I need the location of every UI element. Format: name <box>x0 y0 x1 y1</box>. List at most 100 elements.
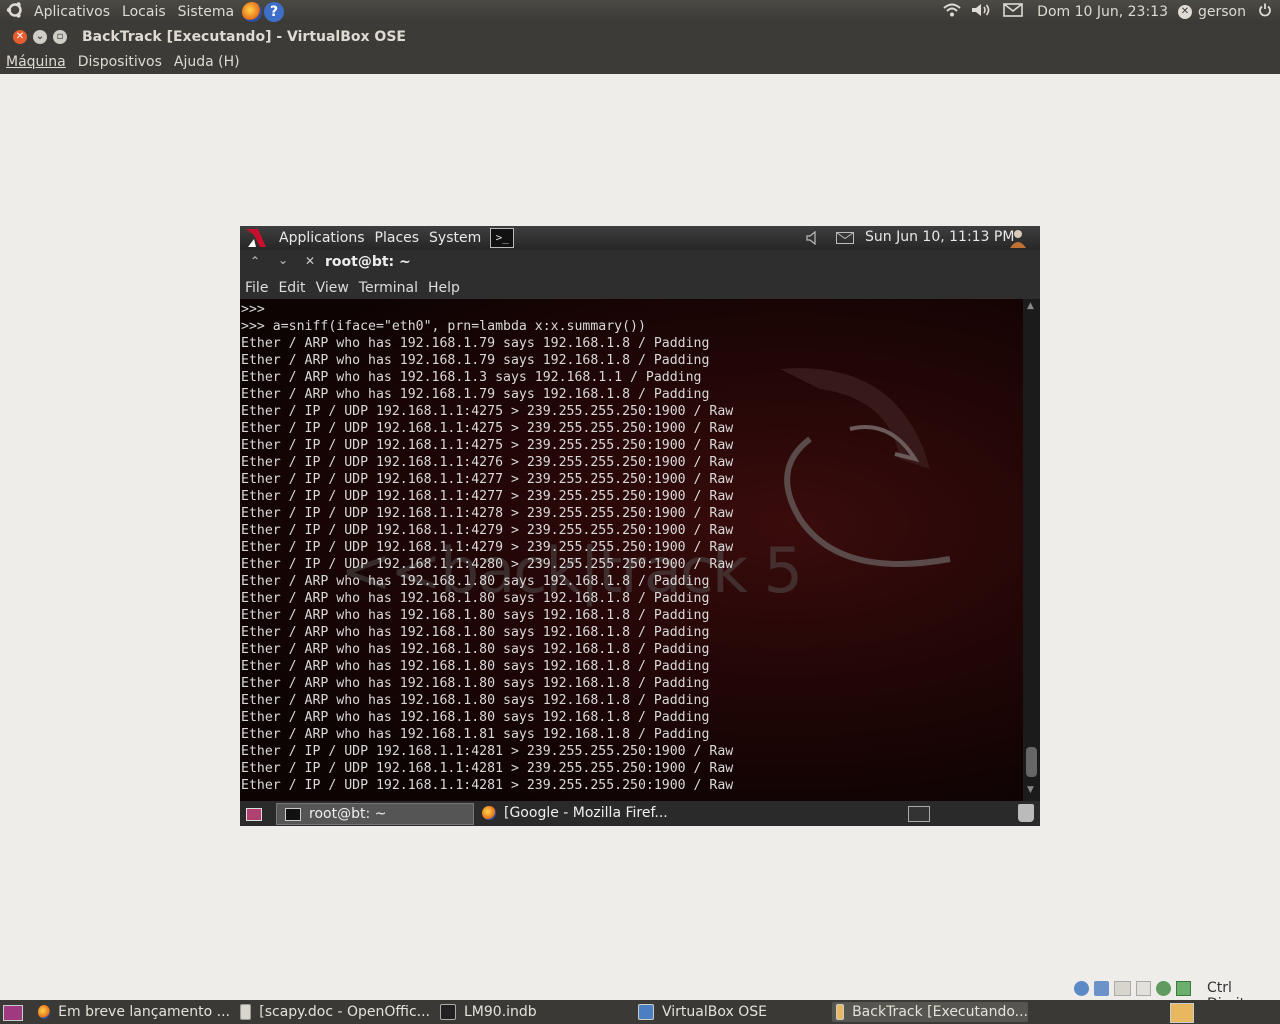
virtualization-icon[interactable] <box>1156 981 1171 996</box>
terminal-text: >>> >>> a=sniff(iface="eth0", prn=lambda … <box>241 301 733 794</box>
backtrack-vm-icon <box>836 1004 845 1020</box>
vbox-menu-devices[interactable]: Dispositivos <box>72 54 168 70</box>
terminal-window-title: root@bt: ~ <box>325 254 411 270</box>
vbox-window-title: BackTrack [Executando] - VirtualBox OSE <box>82 29 406 45</box>
close-icon[interactable]: ✕ <box>13 30 27 44</box>
host-task-openoffice[interactable]: [scapy.doc - OpenOffic... <box>234 1002 430 1022</box>
host-task-backtrack-label: BackTrack [Executando... <box>852 1004 1028 1020</box>
show-desktop-icon[interactable] <box>246 808 262 821</box>
host-show-desktop-icon[interactable] <box>3 1005 23 1021</box>
guest-user-icon[interactable] <box>1008 228 1028 252</box>
user-status-icon: ✕ <box>1178 5 1192 19</box>
terminal-line: >>> a=sniff(iface="eth0", prn=lambda x:x… <box>241 319 646 334</box>
chevron-down-icon[interactable]: ⌄ <box>278 253 288 267</box>
virtualbox-icon <box>638 1004 654 1020</box>
vbox-statusbar: Ctrl Direito <box>0 978 1280 1012</box>
terminal-line: Ether / ARP who has 192.168.1.80 says 19… <box>241 625 710 640</box>
host-username[interactable]: gerson <box>1192 4 1252 20</box>
terminal-launcher-icon[interactable]: >_ <box>490 228 515 248</box>
host-top-panel: Aplicativos Locais Sistema ? Dom 10 Jun,… <box>0 0 1280 24</box>
vbox-device-icons <box>1074 981 1191 996</box>
vbox-menu-machine[interactable]: Máquina <box>0 54 72 70</box>
terminal-line: Ether / IP / UDP 192.168.1.1:4279 > 239.… <box>241 540 734 555</box>
shared-folder-icon[interactable] <box>1114 981 1131 996</box>
terminal-line: Ether / ARP who has 192.168.1.81 says 19… <box>241 727 710 742</box>
ubuntu-logo-icon[interactable] <box>6 1 24 23</box>
guest-clock[interactable]: Sun Jun 10, 11:13 PM <box>865 229 1014 245</box>
terminal-line: Ether / ARP who has 192.168.1.79 says 19… <box>241 353 710 368</box>
vbox-titlebar[interactable]: ✕ ⌄ ▫ BackTrack [Executando] - VirtualBo… <box>0 24 1280 50</box>
host-task-openoffice-label: [scapy.doc - OpenOffic... <box>259 1004 430 1020</box>
usb-icon[interactable] <box>1136 981 1151 996</box>
host-task-virtualbox-label: VirtualBox OSE <box>662 1004 767 1020</box>
terminal-output-area[interactable]: <<back|track 5 >>> >>> a=sniff(iface="eth… <box>240 299 1023 801</box>
terminal-line: Ether / ARP who has 192.168.1.3 says 192… <box>241 370 702 385</box>
host-task-backtrack[interactable]: BackTrack [Executando... <box>832 1002 1028 1022</box>
guest-task-firefox-label: [Google - Mozilla Firef... <box>504 805 668 821</box>
mouse-integration-icon[interactable] <box>1176 981 1191 996</box>
host-task-firefox-label: Em breve lançamento ... <box>58 1004 230 1020</box>
terminal-menu-view[interactable]: View <box>311 280 354 296</box>
vbox-menu-help[interactable]: Ajuda (H) <box>168 54 246 70</box>
firefox-task-icon <box>38 1005 51 1019</box>
firefox-icon[interactable] <box>242 2 263 22</box>
host-menu-aplicativos[interactable]: Aplicativos <box>28 4 116 20</box>
terminal-menu-edit[interactable]: Edit <box>273 280 310 296</box>
hdd-icon[interactable] <box>1074 981 1089 996</box>
terminal-line: Ether / ARP who has 192.168.1.79 says 19… <box>241 387 710 402</box>
terminal-scrollbar[interactable]: ▲ ▼ <box>1023 299 1040 801</box>
host-menu-locais[interactable]: Locais <box>116 4 172 20</box>
firefox-small-icon <box>482 806 496 820</box>
guest-task-terminal-label: root@bt: ~ <box>309 806 387 822</box>
terminal-line: Ether / IP / UDP 192.168.1.1:4280 > 239.… <box>241 557 734 572</box>
terminal-titlebar[interactable]: ⌃ ⌄ ✕ root@bt: ~ <box>240 250 1040 276</box>
terminal-line: Ether / ARP who has 192.168.1.80 says 19… <box>241 642 710 657</box>
host-clock[interactable]: Dom 10 Jun, 23:13 <box>1031 4 1174 20</box>
backtrack-dragon-icon[interactable] <box>244 227 268 249</box>
scroll-down-icon[interactable]: ▼ <box>1027 785 1034 795</box>
mail-icon[interactable] <box>1003 3 1023 21</box>
host-workspace-icon[interactable] <box>1170 1003 1194 1023</box>
guest-menu-places[interactable]: Places <box>370 230 425 246</box>
power-icon[interactable] <box>1258 3 1272 21</box>
guest-menu-system[interactable]: System <box>424 230 486 246</box>
terminal-menu-help[interactable]: Help <box>423 280 465 296</box>
chevron-up-icon[interactable]: ⌃ <box>250 254 260 268</box>
guest-task-terminal[interactable]: root@bt: ~ <box>276 803 474 825</box>
guest-task-firefox[interactable]: [Google - Mozilla Firef... <box>478 803 678 823</box>
terminal-line: Ether / ARP who has 192.168.1.80 says 19… <box>241 574 710 589</box>
terminal-small-icon <box>285 807 301 821</box>
wifi-icon[interactable] <box>943 3 961 21</box>
terminal-close-icon[interactable]: ✕ <box>305 254 315 268</box>
maximize-icon[interactable]: ▫ <box>53 30 67 44</box>
terminal-line: Ether / ARP who has 192.168.1.80 says 19… <box>241 608 710 623</box>
network-icon[interactable] <box>1094 981 1109 996</box>
terminal-menu-file[interactable]: File <box>240 280 273 296</box>
trash-icon[interactable] <box>1018 804 1034 822</box>
terminal-line: Ether / IP / UDP 192.168.1.1:4276 > 239.… <box>241 455 734 470</box>
terminal-menubar: File Edit View Terminal Help <box>240 276 1040 299</box>
minimize-icon[interactable]: ⌄ <box>33 30 47 44</box>
guest-taskbar: root@bt: ~ [Google - Mozilla Firef... <box>240 801 1040 826</box>
terminal-line: >>> <box>241 302 265 317</box>
host-task-indb[interactable]: LM90.indb <box>434 1002 630 1022</box>
host-task-firefox[interactable]: Em breve lançamento ... <box>34 1002 230 1022</box>
terminal-menu-terminal[interactable]: Terminal <box>354 280 423 296</box>
terminal-line: Ether / IP / UDP 192.168.1.1:4281 > 239.… <box>241 744 734 759</box>
terminal-line: Ether / IP / UDP 192.168.1.1:4275 > 239.… <box>241 404 734 419</box>
guest-screen[interactable]: Applications Places System >_ Sun Jun 10… <box>240 226 1040 826</box>
host-task-virtualbox[interactable]: VirtualBox OSE <box>634 1002 830 1022</box>
host-menu-sistema[interactable]: Sistema <box>172 4 240 20</box>
terminal-line: Ether / IP / UDP 192.168.1.1:4277 > 239.… <box>241 489 734 504</box>
scroll-up-icon[interactable]: ▲ <box>1027 301 1034 311</box>
guest-mail-icon[interactable] <box>836 232 854 248</box>
workspace-switcher-icon[interactable] <box>908 806 930 822</box>
terminal-line: Ether / ARP who has 192.168.1.80 says 19… <box>241 693 710 708</box>
terminal-line: Ether / IP / UDP 192.168.1.1:4281 > 239.… <box>241 761 734 776</box>
guest-menu-applications[interactable]: Applications <box>274 230 370 246</box>
guest-volume-icon[interactable] <box>806 230 818 249</box>
terminal-line: Ether / ARP who has 192.168.1.80 says 19… <box>241 591 710 606</box>
help-icon[interactable]: ? <box>264 2 285 22</box>
scrollbar-thumb[interactable] <box>1026 747 1037 777</box>
volume-icon[interactable] <box>971 3 991 21</box>
